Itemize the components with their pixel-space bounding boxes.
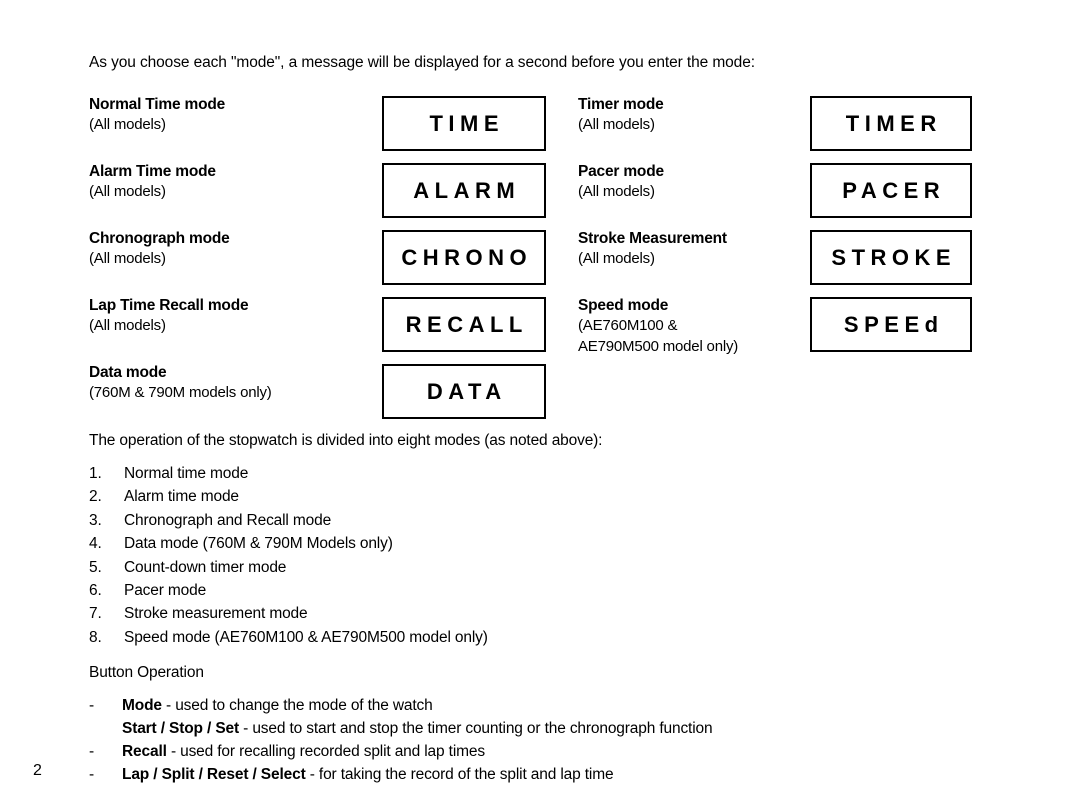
list-item-number: 3.	[89, 511, 102, 529]
mode-label-normal-time: Normal Time mode (All models)	[89, 95, 379, 135]
list-item: 6. Pacer mode	[89, 579, 488, 602]
button-name: Lap / Split / Reset / Select	[122, 766, 306, 783]
mode-title: Alarm Time mode	[89, 163, 216, 180]
mode-models: (All models)	[89, 317, 166, 334]
mode-title: Data mode	[89, 364, 167, 381]
mode-display-box-data: DATA	[382, 364, 546, 419]
mode-display-box-alarm: ALARM	[382, 163, 546, 218]
list-item-number: 2.	[89, 488, 102, 506]
list-item-label: Data mode (760M & 790M Models only)	[124, 535, 393, 553]
mode-display-text: ALARM	[413, 177, 521, 203]
button-name: Mode	[122, 697, 162, 714]
dash-bullet: -	[89, 743, 95, 760]
mode-models: (All models)	[89, 183, 166, 200]
mode-display-text: RECALL	[405, 311, 528, 337]
mode-display-box-time: TIME	[382, 96, 546, 151]
mode-title: Normal Time mode	[89, 96, 226, 113]
mode-display-box-recall: RECALL	[382, 297, 546, 352]
list-item: 7. Stroke measurement mode	[89, 602, 488, 625]
list-item-label: Count-down timer mode	[124, 558, 287, 576]
list-item: 1. Normal time mode	[89, 462, 488, 485]
mode-models: (All models)	[89, 116, 166, 133]
list-item: 8. Speed mode (AE760M100 & AE790M500 mode…	[89, 626, 488, 649]
list-item-number: 6.	[89, 581, 102, 599]
button-description: - used to start and stop the timer count…	[239, 720, 713, 737]
button-description: - for taking the record of the split and…	[305, 766, 614, 783]
button-name: Start / Stop / Set	[122, 720, 240, 737]
mode-display-text: TIME	[429, 110, 505, 136]
list-item-number: 1.	[89, 465, 102, 482]
button-operation-item: - Lap / Split / Reset / Select - for taki…	[89, 763, 712, 786]
list-item-label: Normal time mode	[124, 465, 249, 482]
mode-display-box-pacer: PACER	[810, 163, 972, 218]
mode-display-box-speed: SPEEd	[810, 297, 972, 352]
mode-label-lap-time-recall: Lap Time Recall mode (All models)	[89, 296, 379, 336]
button-operation-item: Start / Stop / Set - used to start and s…	[89, 717, 713, 740]
button-operation-item: - Mode - used to change the mode of the w…	[89, 694, 712, 717]
button-name: Recall	[122, 743, 167, 760]
button-operation-list: - Mode - used to change the mode of the w…	[89, 694, 713, 786]
list-item-label: Chronograph and Recall mode	[124, 511, 332, 529]
mode-ordered-list: 1. Normal time mode 2. Alarm time mode 3. C…	[89, 462, 488, 649]
list-item-label: Speed mode (AE760M100 & AE790M500 model …	[124, 628, 488, 646]
mode-display-box-stroke: STROKE	[810, 230, 972, 285]
button-operation-heading: Button Operation	[89, 664, 204, 681]
list-item-number: 8.	[89, 628, 102, 646]
mode-display-text: TIMER	[845, 110, 942, 136]
mode-label-data: Data mode (760M & 790M models only)	[89, 363, 379, 403]
list-item-number: 7.	[89, 605, 102, 623]
manual-page: As you choose each "mode", a message wil…	[0, 0, 1080, 810]
mode-display-text: DATA	[426, 378, 507, 404]
operation-intro-paragraph: The operation of the stopwatch is divide…	[89, 432, 603, 449]
mode-models: (760M & 790M models only)	[89, 384, 272, 401]
mode-display-text: PACER	[842, 177, 946, 203]
list-item-label: Alarm time mode	[124, 488, 239, 506]
list-item-label: Stroke measurement mode	[124, 605, 308, 623]
mode-display-text: STROKE	[831, 244, 957, 270]
list-item-number: 4.	[89, 535, 102, 553]
list-item: 4. Data mode (760M & 790M Models only)	[89, 532, 488, 555]
mode-display-box-timer: TIMER	[810, 96, 972, 151]
page-number: 2	[33, 762, 42, 779]
list-item: 2. Alarm time mode	[89, 485, 488, 508]
list-item: 5. Count-down timer mode	[89, 556, 488, 579]
mode-label-chronograph: Chronograph mode (All models)	[89, 229, 379, 269]
mode-label-alarm-time: Alarm Time mode (All models)	[89, 162, 379, 202]
mode-display-box-chrono: CHRONO	[382, 230, 546, 285]
mode-title: Chronograph mode	[89, 230, 230, 247]
mode-title: Lap Time Recall mode	[89, 297, 249, 314]
mode-display-text: CHRONO	[401, 244, 533, 270]
button-description: - used to change the mode of the watch	[161, 697, 433, 714]
list-item: 3. Chronograph and Recall mode	[89, 509, 488, 532]
button-operation-item: - Recall - used for recalling recorded sp…	[89, 740, 712, 763]
button-description: - used for recalling recorded split and …	[166, 743, 485, 760]
mode-models: (All models)	[89, 250, 166, 267]
dash-bullet: -	[89, 766, 95, 783]
list-item-label: Pacer mode	[124, 581, 207, 599]
mode-display-text: SPEEd	[843, 311, 944, 337]
intro-paragraph: As you choose each "mode", a message wil…	[89, 54, 755, 71]
dash-bullet: -	[89, 697, 95, 714]
list-item-number: 5.	[89, 558, 102, 576]
